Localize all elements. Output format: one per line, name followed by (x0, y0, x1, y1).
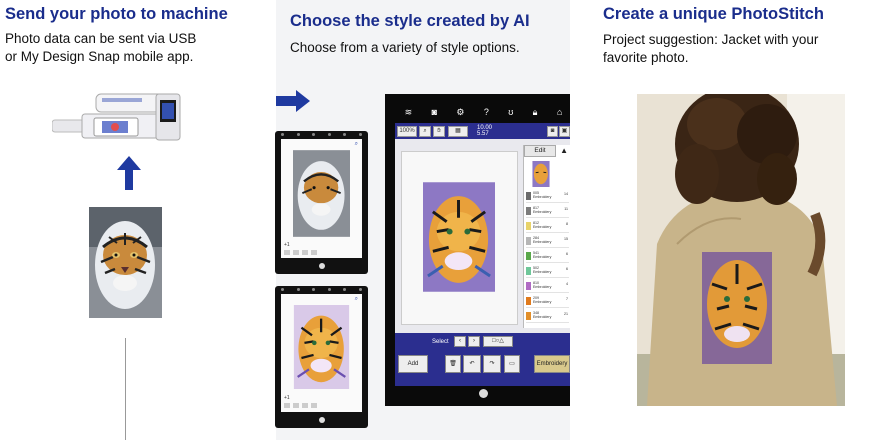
control-button[interactable] (311, 250, 317, 255)
thread-swatch (526, 297, 531, 305)
select-label: Select (432, 339, 449, 345)
phone-preview-area: ⌕ +1 (281, 294, 362, 412)
control-button[interactable] (284, 403, 290, 408)
arrow-up-icon (117, 156, 141, 190)
lock-icon[interactable]: 🔒︎ (533, 107, 538, 118)
home-indicator[interactable] (318, 417, 325, 423)
thread-swatch (526, 207, 531, 215)
zoom-icon[interactable]: ⌕ (355, 296, 358, 303)
clock-icon[interactable] (479, 389, 488, 398)
step-send-photo: Send your photo to machine Photo data ca… (0, 0, 276, 440)
thread-icon[interactable]: ʊ (508, 107, 513, 117)
toggle-value[interactable]: +1 (284, 242, 290, 248)
editor-toolbar: 100% ⌕ ✋︎ ▦ 10.00 5.57 ◙ ▣ (395, 123, 572, 139)
phone-screen-styled: ⌕ +1 (275, 286, 368, 428)
design-thumbnail[interactable] (532, 161, 550, 187)
step-title: Send your photo to machine (5, 5, 228, 23)
step-description-line2: favorite photo. (603, 50, 689, 65)
redo-icon[interactable]: ↷ (483, 355, 501, 373)
machine-editor: 100% ⌕ ✋︎ ▦ 10.00 5.57 ◙ ▣ Edit ▲ 005 Em… (395, 123, 572, 386)
help-icon[interactable]: ? (484, 107, 489, 117)
thread-swatch (526, 192, 531, 200)
phone-controls (284, 403, 354, 409)
triangle-up-icon[interactable]: ▲ (560, 146, 568, 155)
tiger-photo (293, 150, 350, 237)
phone-controls (284, 250, 354, 256)
frame-icon[interactable]: ▦ (448, 126, 468, 137)
chevron-right-icon[interactable]: › (468, 336, 480, 347)
step-title: Choose the style created by AI (290, 12, 530, 30)
thread-row[interactable]: 005 Embroidery 14 (526, 189, 569, 203)
phone-screen-original: ⌕ +1 (275, 131, 368, 274)
image-icon[interactable]: ▣ (559, 126, 570, 137)
home-indicator[interactable] (318, 263, 325, 269)
stitch-time: 10.00 5.57 (477, 125, 493, 137)
undo-icon[interactable]: ↶ (463, 355, 481, 373)
camera-icon[interactable]: ◙ (432, 107, 437, 117)
thread-swatch (526, 252, 531, 260)
shape-select-icon[interactable]: □○△ (483, 336, 513, 347)
thread-color-list: Edit ▲ 005 Embroidery 14 817 Embroidery 11… (523, 145, 570, 328)
phone-status-bar (275, 131, 368, 138)
phone-preview-area: ⌕ +1 (281, 139, 362, 258)
jacket-photo (637, 94, 845, 406)
hand-icon[interactable]: ✋︎ (433, 126, 445, 137)
design-canvas[interactable] (401, 151, 518, 325)
thread-swatch (526, 222, 531, 230)
control-button[interactable] (293, 403, 299, 408)
control-button[interactable] (302, 250, 308, 255)
step-description-line1: Project suggestion: Jacket with your (603, 32, 819, 47)
wifi-icon[interactable]: ≋ (405, 107, 413, 118)
control-button[interactable] (302, 403, 308, 408)
zoom-button[interactable]: 100% (397, 126, 417, 137)
add-button[interactable]: Add (398, 355, 428, 373)
stylized-tiger-image (423, 182, 495, 292)
machine-status-bar: ≋ ◙ ⚙ ? ʊ 🔒︎ ⌂ (385, 104, 582, 120)
step-description-line1: Photo data can be sent via USB (5, 31, 197, 46)
home-icon[interactable]: ⌂ (557, 107, 562, 117)
arrow-right-icon (276, 90, 310, 112)
layer-icon[interactable]: ▭ (504, 355, 520, 373)
thread-swatch (526, 267, 531, 275)
search-icon[interactable]: ⌕ (419, 126, 431, 137)
thread-row[interactable]: 812 Embroidery 8 (526, 219, 569, 233)
gear-icon[interactable]: ⚙ (456, 107, 464, 118)
thread-row[interactable]: 541 Embroidery 6 (526, 249, 569, 263)
thread-swatch (526, 237, 531, 245)
thread-row[interactable]: 502 Embroidery 6 (526, 264, 569, 278)
phone-status-bar (275, 286, 368, 293)
chevron-left-icon[interactable]: ‹ (454, 336, 466, 347)
tiger-photo (89, 207, 162, 318)
divider-line (125, 338, 126, 440)
embroidery-machine-image (52, 93, 181, 141)
step-description-line1: Choose from a variety of style options. (290, 40, 520, 55)
control-button[interactable] (311, 403, 317, 408)
stylized-tiger-image (293, 305, 350, 389)
control-button[interactable] (284, 250, 290, 255)
thread-row[interactable]: 284 Embroidery 15 (526, 234, 569, 248)
toggle-value[interactable]: +1 (284, 395, 290, 401)
edit-button[interactable]: Edit (524, 145, 556, 157)
zoom-icon[interactable]: ⌕ (355, 141, 358, 148)
thread-swatch (526, 282, 531, 290)
thread-swatch (526, 312, 531, 320)
thread-row[interactable]: 817 Embroidery 11 (526, 204, 569, 218)
step-description-line2: or My Design Snap mobile app. (5, 49, 194, 64)
thread-row[interactable]: 810 Embroidery 4 (526, 279, 569, 293)
machine-screen: ≋ ◙ ⚙ ? ʊ 🔒︎ ⌂ 100% ⌕ ✋︎ ▦ 10.00 5.57 ◙ … (385, 94, 582, 406)
camera-icon[interactable]: ◙ (547, 126, 558, 137)
editor-bottom-bar: Select ‹ › □○△ Add 🗑︎ ↶ ↷ ▭ Embroidery (395, 333, 572, 386)
control-button[interactable] (293, 250, 299, 255)
embroidery-button[interactable]: Embroidery (534, 355, 570, 373)
trash-icon[interactable]: 🗑︎ (445, 355, 461, 373)
thread-row[interactable]: 348 Embroidery 21 (526, 309, 569, 323)
thread-row[interactable]: 209 Embroidery 7 (526, 294, 569, 308)
step-title: Create a unique PhotoStitch (603, 5, 824, 23)
